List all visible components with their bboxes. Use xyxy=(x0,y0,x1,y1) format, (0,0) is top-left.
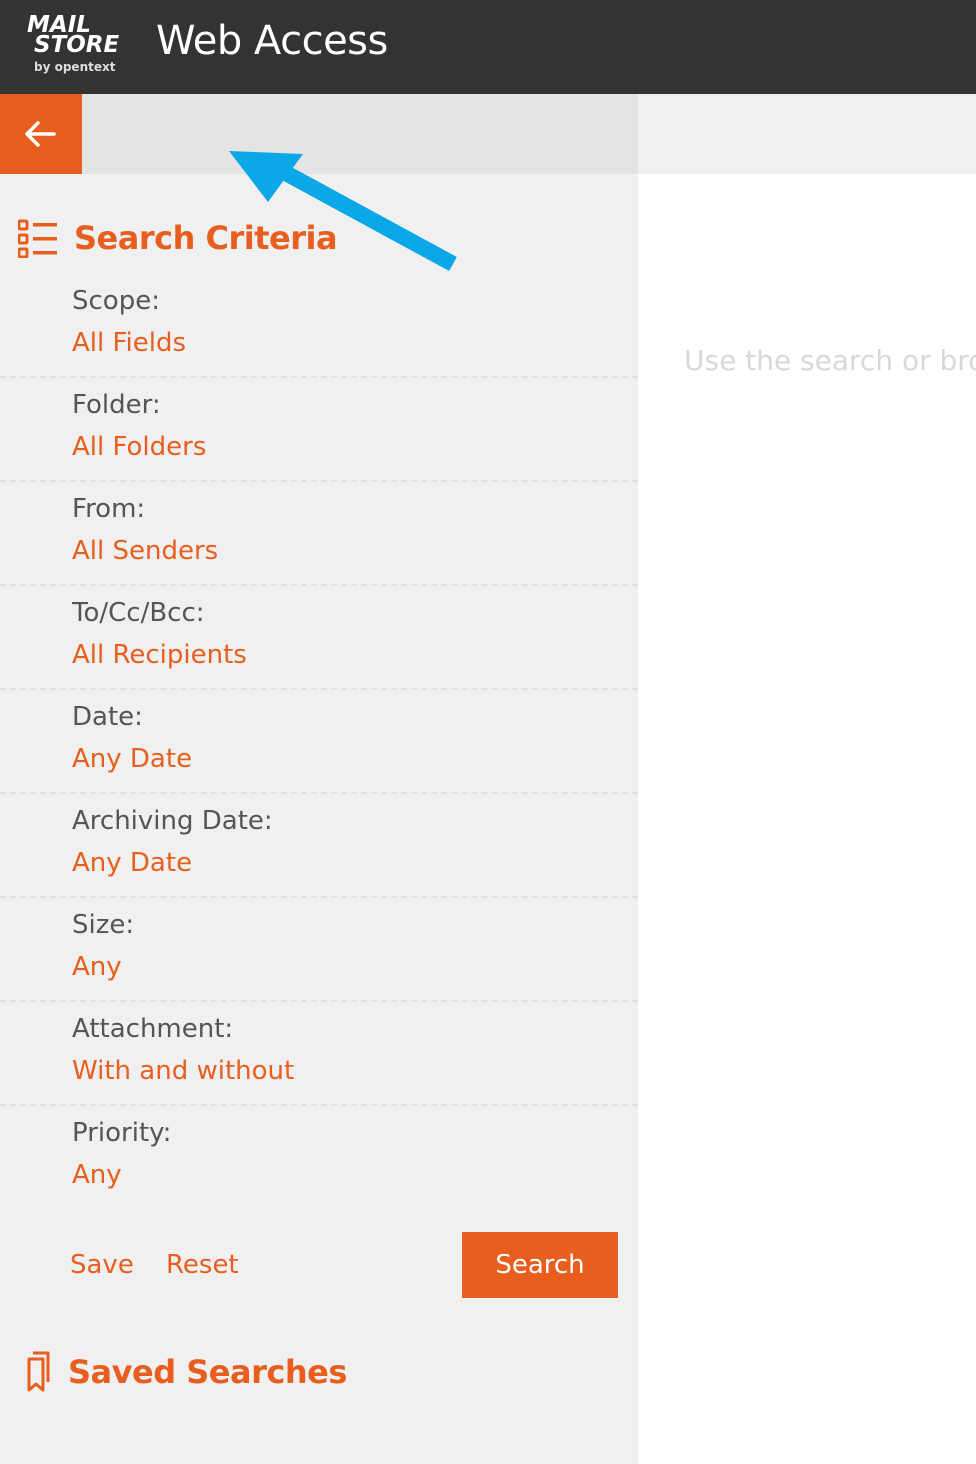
criterion-value-link[interactable]: With and without xyxy=(72,1056,294,1086)
criterion-date: Date: Any Date xyxy=(0,690,638,794)
search-button[interactable]: Search xyxy=(462,1232,618,1298)
criterion-value-link[interactable]: Any Date xyxy=(72,848,192,878)
top-header: MAIL STORE by opentext Web Access xyxy=(0,0,976,94)
criterion-value-link[interactable]: All Fields xyxy=(72,328,186,358)
criterion-attachment: Attachment: With and without xyxy=(0,1002,638,1106)
criterion-label: Folder: xyxy=(72,390,161,420)
search-criteria-title: Search Criteria xyxy=(74,219,338,257)
criteria-list: Scope: All Fields Folder: All Folders Fr… xyxy=(0,274,638,1210)
saved-searches-header[interactable]: Saved Searches xyxy=(22,1350,347,1394)
app: MAIL STORE by opentext Web Access Search… xyxy=(0,0,976,1464)
criterion-label: Priority: xyxy=(72,1118,172,1148)
search-criteria-header: Search Criteria xyxy=(18,216,338,260)
criterion-value-link[interactable]: All Recipients xyxy=(72,640,247,670)
sidebar-toolbar xyxy=(0,94,638,174)
search-sidebar: Search Criteria Scope: All Fields Folder… xyxy=(0,174,638,1464)
criterion-value-link[interactable]: Any xyxy=(72,952,122,982)
criterion-priority: Priority: Any xyxy=(0,1106,638,1210)
arrow-left-icon xyxy=(25,121,56,147)
back-button[interactable] xyxy=(0,94,82,174)
criterion-value-link[interactable]: All Senders xyxy=(72,536,218,566)
criterion-label: Attachment: xyxy=(72,1014,234,1044)
criterion-label: From: xyxy=(72,494,146,524)
logo-text-line2: STORE xyxy=(34,32,120,58)
mailstore-logo: MAIL STORE by opentext xyxy=(24,12,134,78)
criterion-label: Archiving Date: xyxy=(72,806,273,836)
criterion-scope: Scope: All Fields xyxy=(0,274,638,378)
main-placeholder-text: Use the search or brow xyxy=(684,344,976,377)
list-icon xyxy=(18,219,57,258)
criterion-label: Size: xyxy=(72,910,135,940)
app-title: Web Access xyxy=(156,18,388,64)
saved-searches-title: Saved Searches xyxy=(68,1353,347,1391)
criterion-from: From: All Senders xyxy=(0,482,638,586)
main-toolbar xyxy=(638,94,976,174)
save-button[interactable]: Save xyxy=(70,1250,134,1280)
criterion-size: Size: Any xyxy=(0,898,638,1002)
bookmark-icon xyxy=(27,1351,50,1392)
criterion-archiving-date: Archiving Date: Any Date xyxy=(0,794,638,898)
criterion-label: Date: xyxy=(72,702,143,732)
logo-text-line3: by opentext xyxy=(34,60,116,74)
criterion-folder: Folder: All Folders xyxy=(0,378,638,482)
criterion-value-link[interactable]: Any xyxy=(72,1160,122,1190)
reset-button[interactable]: Reset xyxy=(166,1250,239,1280)
criterion-label: Scope: xyxy=(72,286,160,316)
criterion-label: To/Cc/Bcc: xyxy=(72,598,205,628)
criterion-recipients: To/Cc/Bcc: All Recipients xyxy=(0,586,638,690)
criterion-value-link[interactable]: Any Date xyxy=(72,744,192,774)
criterion-value-link[interactable]: All Folders xyxy=(72,432,206,462)
